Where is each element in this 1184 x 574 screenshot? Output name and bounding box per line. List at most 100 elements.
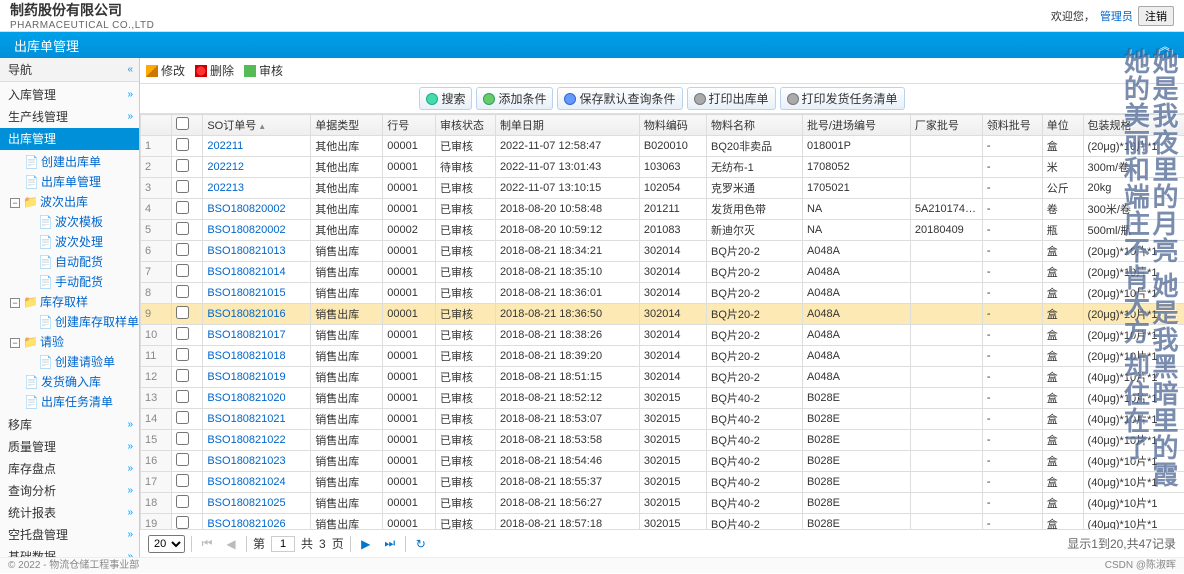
row-checkbox[interactable] [176, 432, 189, 445]
col-header[interactable]: 审核状态 [435, 115, 495, 136]
tree-folder[interactable]: −📁波次出库 [6, 192, 139, 212]
next-page-button[interactable]: ▶ [357, 535, 375, 553]
table-row[interactable]: 1202211其他出库00001已审核2022-11-07 12:58:47B0… [141, 136, 1184, 157]
refresh-button[interactable]: ↻ [412, 535, 430, 553]
table-row[interactable]: 3202213其他出库00001已审核2022-11-07 13:10:1510… [141, 178, 1184, 199]
col-header[interactable]: 物料编码 [639, 115, 706, 136]
tree-folder[interactable]: −📁库存取样 [6, 292, 139, 312]
add-condition-button[interactable]: 添加条件 [476, 87, 553, 110]
col-header[interactable]: SO订单号▲ [203, 115, 311, 136]
row-checkbox[interactable] [176, 285, 189, 298]
so-link[interactable]: BSO180821018 [207, 350, 285, 362]
nav-section[interactable]: 移库» [0, 414, 139, 436]
table-row[interactable]: 2202212其他出库00001待审核2022-11-07 13:01:4310… [141, 157, 1184, 178]
row-checkbox[interactable] [176, 348, 189, 361]
col-header[interactable]: 行号 [383, 115, 436, 136]
tree-leaf[interactable]: 📄自动配货 [6, 252, 139, 272]
tree-leaf[interactable]: 📄出库单管理 [6, 172, 139, 192]
col-header[interactable]: 单位 [1042, 115, 1083, 136]
so-link[interactable]: BSO180821026 [207, 518, 285, 529]
table-row[interactable]: 4BSO180820002其他出库00001已审核2018-08-20 10:5… [141, 199, 1184, 220]
so-link[interactable]: 202213 [207, 182, 244, 194]
tree-leaf[interactable]: 📄创建库存取样单 [6, 312, 139, 332]
table-row[interactable]: 10BSO180821017销售出库00001已审核2018-08-21 18:… [141, 325, 1184, 346]
table-row[interactable]: 6BSO180821013销售出库00001已审核2018-08-21 18:3… [141, 241, 1184, 262]
row-checkbox[interactable] [176, 495, 189, 508]
col-header[interactable]: 物料名称 [707, 115, 803, 136]
user-link[interactable]: 管理员 [1100, 11, 1133, 23]
row-checkbox[interactable] [176, 390, 189, 403]
tree-leaf[interactable]: 📄发货确入库 [6, 372, 139, 392]
collapse-icon[interactable]: ︽ [1160, 38, 1170, 53]
nav-section[interactable]: 生产线管理» [0, 106, 139, 128]
nav-section[interactable]: 空托盘管理» [0, 524, 139, 546]
so-link[interactable]: BSO180821023 [207, 455, 285, 467]
nav-section[interactable]: 查询分析» [0, 480, 139, 502]
nav-section[interactable]: 基础数据» [0, 546, 139, 557]
tree-leaf[interactable]: 📄波次模板 [6, 212, 139, 232]
nav-section[interactable]: 入库管理» [0, 84, 139, 106]
col-header[interactable]: 包装规格 [1083, 115, 1184, 136]
so-link[interactable]: BSO180821014 [207, 266, 285, 278]
row-checkbox[interactable] [176, 201, 189, 214]
tree-leaf[interactable]: 📄手动配货 [6, 272, 139, 292]
table-row[interactable]: 9BSO180821016销售出库00001已审核2018-08-21 18:3… [141, 304, 1184, 325]
so-link[interactable]: BSO180821019 [207, 371, 285, 383]
print-outbound-button[interactable]: 打印出库单 [687, 87, 776, 110]
table-row[interactable]: 5BSO180820002其他出库00002已审核2018-08-20 10:5… [141, 220, 1184, 241]
page-size-select[interactable]: 20 [148, 535, 185, 553]
row-checkbox[interactable] [176, 222, 189, 235]
nav-section[interactable]: 统计报表» [0, 502, 139, 524]
row-checkbox[interactable] [176, 327, 189, 340]
so-link[interactable]: 202212 [207, 161, 244, 173]
nav-section[interactable]: 库存盘点» [0, 458, 139, 480]
row-checkbox[interactable] [176, 138, 189, 151]
so-link[interactable]: BSO180820002 [207, 203, 285, 215]
row-checkbox[interactable] [176, 453, 189, 466]
table-row[interactable]: 14BSO180821021销售出库00001已审核2018-08-21 18:… [141, 409, 1184, 430]
tree-leaf[interactable]: 📄出库任务清单 [6, 392, 139, 412]
nav-section[interactable]: 出库管理 [0, 128, 139, 150]
row-checkbox[interactable] [176, 180, 189, 193]
first-page-button[interactable]: ⏮ [198, 535, 216, 553]
so-link[interactable]: BSO180821021 [207, 413, 285, 425]
search-button[interactable]: 搜索 [419, 87, 472, 110]
so-link[interactable]: BSO180820002 [207, 224, 285, 236]
save-query-button[interactable]: 保存默认查询条件 [557, 87, 682, 110]
table-row[interactable]: 13BSO180821020销售出库00001已审核2018-08-21 18:… [141, 388, 1184, 409]
table-row[interactable]: 12BSO180821019销售出库00001已审核2018-08-21 18:… [141, 367, 1184, 388]
tree-leaf[interactable]: 📄波次处理 [6, 232, 139, 252]
col-header[interactable]: 单据类型 [311, 115, 383, 136]
tree-leaf[interactable]: 📄创建出库单 [6, 152, 139, 172]
row-checkbox[interactable] [176, 411, 189, 424]
so-link[interactable]: BSO180821020 [207, 392, 285, 404]
row-checkbox[interactable] [176, 474, 189, 487]
select-all[interactable] [176, 117, 189, 130]
last-page-button[interactable]: ⏭ [381, 535, 399, 553]
so-link[interactable]: BSO180821013 [207, 245, 285, 257]
table-row[interactable]: 17BSO180821024销售出库00001已审核2018-08-21 18:… [141, 472, 1184, 493]
table-row[interactable]: 18BSO180821025销售出库00001已审核2018-08-21 18:… [141, 493, 1184, 514]
so-link[interactable]: BSO180821017 [207, 329, 285, 341]
edit-button[interactable]: 修改 [146, 62, 185, 79]
row-checkbox[interactable] [176, 516, 189, 529]
so-link[interactable]: BSO180821025 [207, 497, 285, 509]
table-row[interactable]: 8BSO180821015销售出库00001已审核2018-08-21 18:3… [141, 283, 1184, 304]
prev-page-button[interactable]: ◀ [222, 535, 240, 553]
table-row[interactable]: 11BSO180821018销售出库00001已审核2018-08-21 18:… [141, 346, 1184, 367]
delete-button[interactable]: 删除 [195, 62, 234, 79]
nav-section[interactable]: 质量管理» [0, 436, 139, 458]
row-checkbox[interactable] [176, 264, 189, 277]
page-input[interactable] [271, 536, 295, 552]
so-link[interactable]: BSO180821015 [207, 287, 285, 299]
so-link[interactable]: 202211 [207, 140, 243, 152]
print-ship-button[interactable]: 打印发货任务清单 [780, 87, 905, 110]
col-header[interactable]: 制单日期 [495, 115, 639, 136]
so-link[interactable]: BSO180821022 [207, 434, 285, 446]
so-link[interactable]: BSO180821016 [207, 308, 285, 320]
table-row[interactable]: 16BSO180821023销售出库00001已审核2018-08-21 18:… [141, 451, 1184, 472]
col-header[interactable]: 领料批号 [982, 115, 1042, 136]
row-checkbox[interactable] [176, 306, 189, 319]
grid-wrapper[interactable]: SO订单号▲单据类型行号审核状态制单日期物料编码物料名称批号/进场编号厂家批号领… [140, 114, 1184, 529]
table-row[interactable]: 7BSO180821014销售出库00001已审核2018-08-21 18:3… [141, 262, 1184, 283]
